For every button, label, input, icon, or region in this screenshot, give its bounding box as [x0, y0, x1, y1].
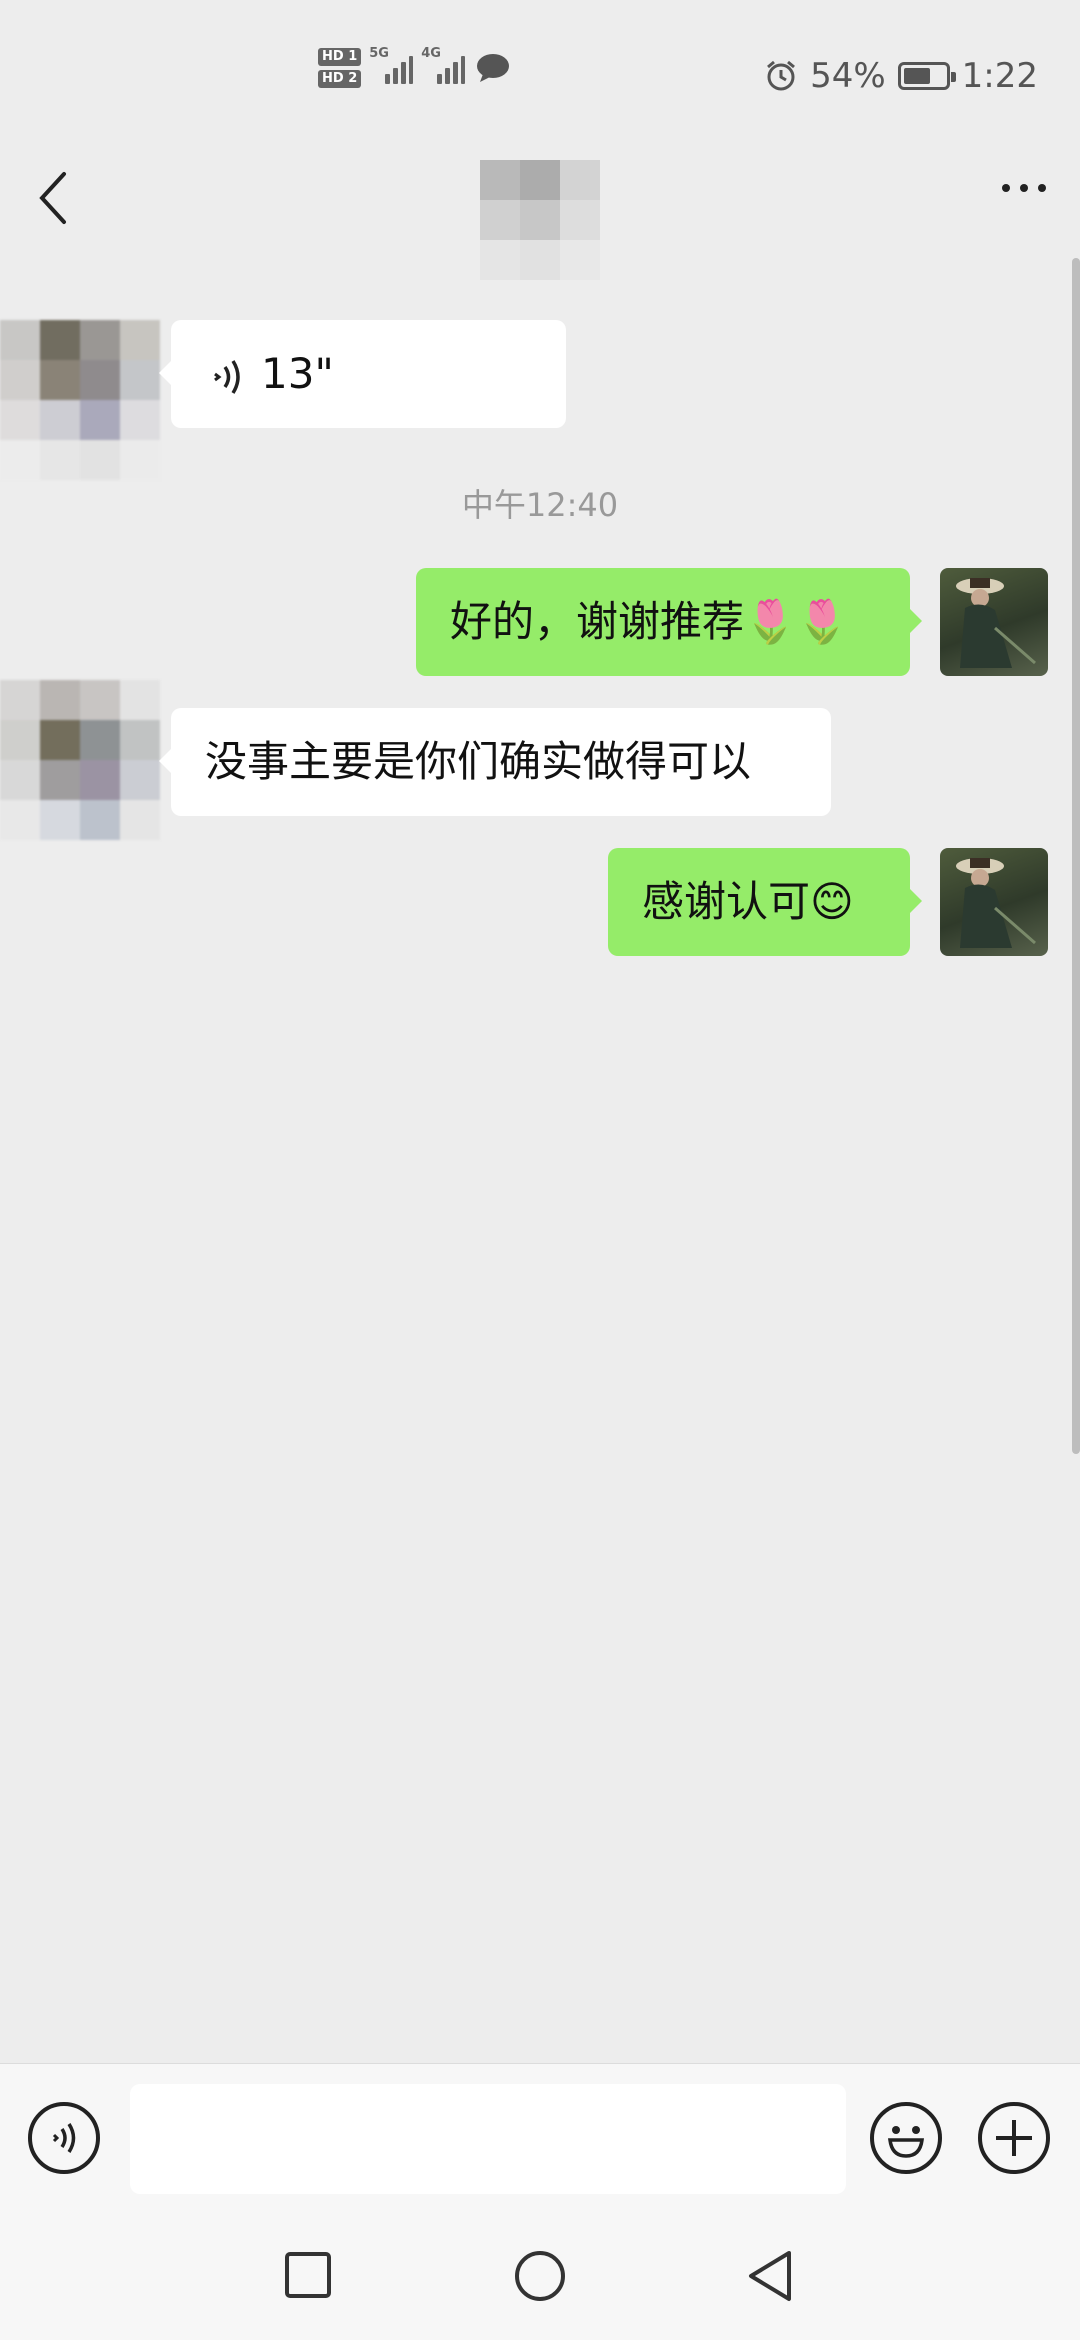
message-text: 没事主要是你们确实做得可以	[205, 737, 752, 786]
my-avatar[interactable]	[940, 568, 1048, 676]
avatar-image	[956, 578, 1036, 668]
sim2-badge: HD 2	[318, 70, 362, 88]
message-text: 感谢认可😊	[642, 877, 854, 926]
battery-percent: 54%	[810, 56, 886, 96]
signal-4g-icon: 4G	[421, 46, 466, 84]
plus-icon[interactable]	[978, 2102, 1050, 2174]
message-notification-icon	[477, 54, 510, 82]
message-bubble-outgoing[interactable]: 感谢认可😊	[608, 848, 922, 956]
status-right: 54% 1:22	[764, 56, 1038, 96]
clock: 1:22	[961, 56, 1038, 96]
avatar-image	[956, 858, 1036, 948]
message-bubble-incoming[interactable]: 没事主要是你们确实做得可以	[159, 708, 831, 816]
status-bar: HD 1 HD 2 5G 4G 54% 1:22	[0, 0, 1080, 150]
alarm-icon	[767, 60, 796, 91]
sim1-badge: HD 1	[318, 48, 362, 66]
message-input[interactable]	[130, 2084, 846, 2194]
input-bar	[0, 2063, 1080, 2212]
sim-badges: HD 1 HD 2	[318, 48, 362, 88]
chat-scrollbar[interactable]	[1072, 258, 1080, 1454]
message-bubble-outgoing[interactable]: 好的，谢谢推荐🌷🌷	[416, 568, 922, 676]
contact-avatar[interactable]	[0, 320, 160, 480]
signal-5g-icon: 5G	[369, 46, 414, 84]
status-left: HD 1 HD 2 5G 4G	[318, 46, 511, 88]
smiley-icon	[888, 2126, 924, 2158]
square-icon[interactable]	[284, 2251, 334, 2301]
plus-glyph-icon	[996, 2120, 1032, 2156]
chat-title-mosaic	[480, 160, 600, 280]
my-avatar[interactable]	[940, 848, 1048, 956]
voice-wave-icon	[214, 359, 240, 394]
emoji-icon[interactable]	[870, 2102, 942, 2174]
timestamp: 中午12:40	[461, 486, 619, 524]
triangle-back-icon[interactable]	[745, 2249, 795, 2303]
battery-icon	[897, 62, 956, 90]
chevron-left-icon[interactable]	[34, 168, 74, 228]
voice-icon[interactable]	[28, 2102, 100, 2174]
circle-icon[interactable]	[513, 2249, 567, 2303]
message-text: 好的，谢谢推荐🌷🌷	[450, 597, 849, 646]
system-navigation-bar	[0, 2211, 1080, 2340]
contact-avatar[interactable]	[0, 680, 160, 840]
voice-duration: 13"	[261, 349, 334, 398]
voice-message-bubble[interactable]: 13"	[159, 320, 566, 428]
more-dots-icon[interactable]	[1002, 184, 1046, 192]
voice-wave-icon	[52, 2123, 76, 2153]
